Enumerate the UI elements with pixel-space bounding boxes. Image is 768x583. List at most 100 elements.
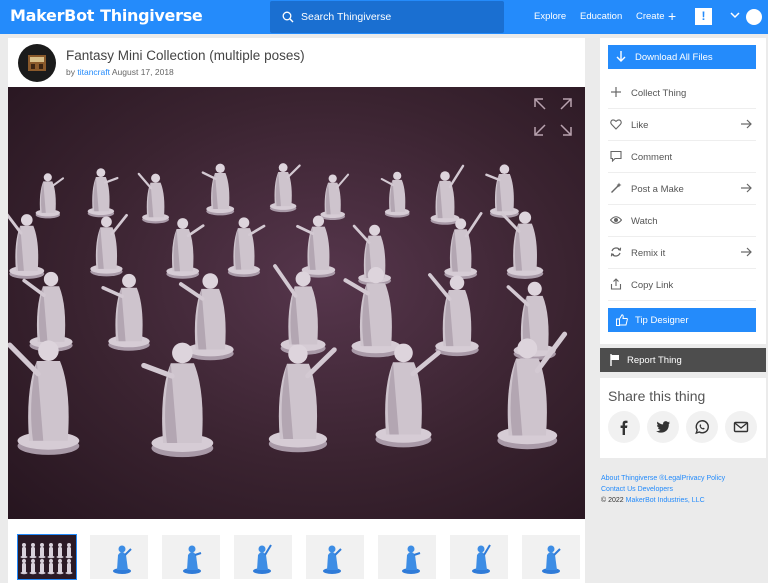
plus-icon [611, 87, 621, 97]
miniature-figure [268, 344, 337, 453]
thumbnail[interactable] [306, 535, 364, 579]
wand-icon [611, 182, 622, 193]
makerbot-thingiverse-logo[interactable]: MakerBot Thingiverse [10, 6, 203, 25]
thumbnail-image [113, 545, 132, 574]
action-label: Watch [631, 216, 658, 227]
email-icon [733, 421, 749, 433]
thumbnail[interactable] [17, 534, 77, 580]
action-comment[interactable]: Comment [608, 141, 756, 173]
action-label: Post a Make [631, 184, 684, 195]
action-label: Comment [631, 152, 673, 163]
arrow-right-icon[interactable] [741, 247, 752, 257]
miniature-figure [428, 273, 479, 357]
nav-education[interactable]: Education [580, 11, 622, 22]
thumbnail-image [472, 544, 491, 574]
miniature-figure [227, 217, 266, 277]
thumbnail[interactable] [234, 535, 292, 579]
share-twitter-button[interactable] [647, 411, 679, 443]
author-link[interactable]: titancraft [77, 67, 110, 77]
create-plus-icon[interactable]: + [668, 9, 676, 23]
miniature-figure [8, 340, 80, 455]
action-like[interactable]: Like [608, 109, 756, 141]
thumbnail[interactable] [522, 535, 580, 579]
top-nav: MakerBot Thingiverse Search Thingiverse E… [0, 0, 768, 34]
thumbnail-image [20, 543, 73, 575]
creator-avatar[interactable] [18, 44, 56, 82]
miniature-figure [201, 163, 235, 216]
thumbnail-image [183, 545, 202, 574]
action-copy-link[interactable]: Copy Link [608, 269, 756, 301]
miniature-figure [343, 267, 401, 358]
report-label: Report Thing [627, 355, 682, 366]
byline-prefix: by [66, 67, 75, 77]
miniature-figure [375, 343, 441, 448]
miniature-figure [22, 271, 73, 352]
miniature-figure [485, 164, 519, 218]
action-watch[interactable]: Watch [608, 205, 756, 237]
miniature-figure [35, 173, 65, 219]
miniature-figure [430, 164, 465, 225]
report-thing-button[interactable]: Report Thing [600, 348, 766, 372]
brand-makerbot: MakerBot [10, 6, 95, 25]
user-avatar[interactable] [746, 9, 762, 25]
main-photo[interactable] [8, 87, 585, 519]
heart-icon [610, 119, 622, 130]
thumbnail[interactable] [90, 535, 148, 579]
action-label: Copy Link [631, 280, 674, 291]
download-label: Download All Files [635, 52, 713, 63]
miniatures-image [8, 163, 568, 458]
thing-card: Fantasy Mini Collection (multiple poses)… [8, 38, 585, 583]
tip-label: Tip Designer [635, 315, 689, 326]
thumbnail[interactable] [162, 535, 220, 579]
thumbnail[interactable] [450, 535, 508, 579]
thumbnail-image [542, 545, 561, 574]
arrow-right-icon[interactable] [741, 183, 752, 193]
action-remix-it[interactable]: Remix it [608, 237, 756, 269]
thing-title: Fantasy Mini Collection (multiple poses) [66, 48, 305, 63]
miniature-figure [87, 168, 119, 218]
miniature-figure [166, 218, 205, 279]
thumbnail-image [253, 544, 272, 574]
footer-about[interactable]: About Thingiverse [601, 475, 657, 482]
comment-icon [610, 150, 622, 162]
publish-date: August 17, 2018 [111, 67, 174, 77]
share-panel: Share this thing [600, 378, 766, 458]
chevron-down-icon[interactable] [730, 12, 740, 19]
share-whatsapp-button[interactable] [686, 411, 718, 443]
remix-icon [610, 247, 622, 257]
footer-company[interactable]: MakerBot Industries, LLC [626, 497, 705, 504]
share-title: Share this thing [608, 388, 706, 404]
footer-legal[interactable]: Legal [664, 475, 681, 482]
thumbnail-image [323, 545, 342, 574]
action-post-a-make[interactable]: Post a Make [608, 173, 756, 205]
footer-contact[interactable]: Contact Us [601, 486, 636, 493]
footer-developers[interactable]: Developers [638, 486, 673, 493]
eye-icon [610, 216, 622, 224]
nav-explore[interactable]: Explore [534, 11, 566, 22]
footer-privacy[interactable]: Privacy Policy [682, 475, 726, 482]
miniature-figure [296, 215, 336, 278]
search-box[interactable]: Search Thingiverse [270, 1, 504, 33]
action-label: Remix it [631, 248, 666, 259]
arrow-right-icon[interactable] [741, 119, 752, 129]
nav-create[interactable]: Create [636, 11, 665, 22]
facebook-icon [620, 420, 628, 435]
tip-designer-button[interactable]: Tip Designer [608, 308, 756, 332]
notification-button[interactable]: ! [695, 8, 712, 25]
share-icon [610, 278, 622, 290]
search-placeholder: Search Thingiverse [301, 11, 392, 23]
miniature-figure [500, 211, 544, 279]
creator-avatar-image [28, 55, 46, 71]
share-email-button[interactable] [725, 411, 757, 443]
download-all-button[interactable]: Download All Files [608, 45, 756, 69]
share-facebook-button[interactable] [608, 411, 640, 443]
flag-icon [610, 354, 619, 366]
miniature-figure [497, 331, 568, 450]
whatsapp-icon [695, 420, 709, 435]
miniature-figure [90, 213, 128, 277]
expand-icon[interactable] [533, 97, 573, 137]
thumbnail[interactable] [378, 535, 436, 579]
action-label: Collect Thing [631, 88, 687, 99]
thing-byline: by titancraft August 17, 2018 [66, 67, 174, 77]
action-collect-thing[interactable]: Collect Thing [608, 77, 756, 109]
